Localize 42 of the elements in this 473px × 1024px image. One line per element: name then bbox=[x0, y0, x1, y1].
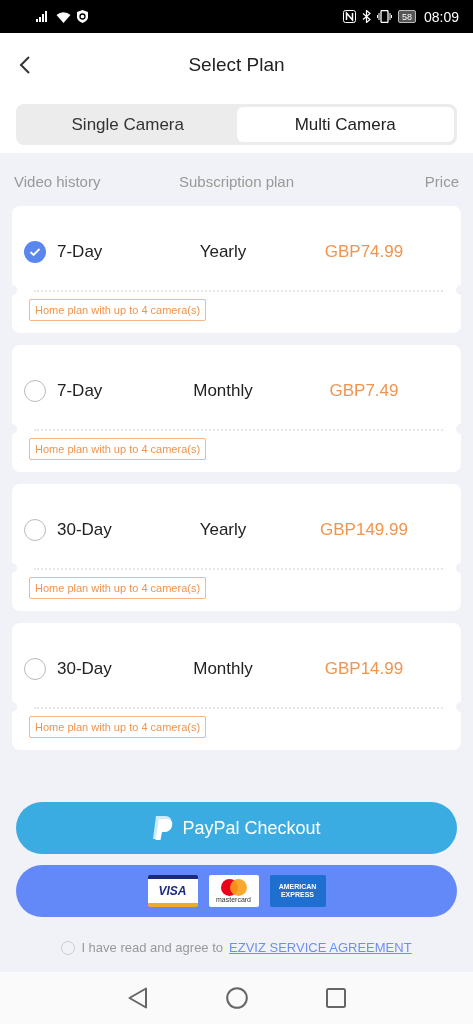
video-history-text: 30-Day bbox=[56, 659, 113, 679]
signal-icon bbox=[36, 11, 50, 22]
nfc-icon bbox=[342, 10, 356, 23]
plan-tag: Home plan with up to 4 camera(s) bbox=[29, 577, 207, 599]
agreement-text: I have read and agree to bbox=[81, 940, 224, 955]
subscription-text: Yearly bbox=[198, 520, 248, 540]
plan-card[interactable]: 7-Day Yearly GBP74.99 Home plan with up to 4 camera(s) bbox=[12, 206, 461, 333]
checkmark-icon bbox=[29, 247, 41, 257]
recents-nav-icon[interactable] bbox=[325, 988, 346, 1008]
clock: 08:09 bbox=[423, 8, 459, 25]
plan-type-tab[interactable]: Single Camera bbox=[19, 107, 237, 142]
price-text: GBP149.99 bbox=[319, 520, 409, 540]
plan-type-tab[interactable]: Multi Camera bbox=[236, 107, 454, 142]
plan-tag: Home plan with up to 4 camera(s) bbox=[29, 716, 207, 738]
visa-logo: VISA bbox=[147, 875, 198, 907]
price-text: GBP14.99 bbox=[323, 659, 405, 679]
vibrate-icon bbox=[376, 10, 392, 23]
plan-card[interactable]: 7-Day Monthly GBP7.49 Home plan with up to 4 camera(s) bbox=[12, 345, 461, 472]
page-title: Select Plan bbox=[188, 54, 285, 76]
battery-indicator: 58 bbox=[397, 10, 416, 23]
column-header: Price bbox=[424, 173, 459, 190]
price-text: GBP74.99 bbox=[323, 242, 405, 262]
video-history-text: 7-Day bbox=[56, 381, 104, 401]
wifi-icon bbox=[56, 10, 71, 23]
plan-tag: Home plan with up to 4 camera(s) bbox=[29, 438, 207, 460]
plan-card[interactable]: 30-Day Monthly GBP14.99 Home plan with up to 4 camera(s) bbox=[12, 623, 461, 750]
price-text: GBP7.49 bbox=[328, 381, 400, 401]
shield-icon bbox=[77, 10, 88, 23]
column-header: Subscription plan bbox=[178, 173, 295, 190]
paypal-icon bbox=[152, 815, 175, 841]
subscription-text: Monthly bbox=[192, 659, 254, 679]
video-history-text: 7-Day bbox=[56, 242, 104, 262]
home-nav-icon[interactable] bbox=[225, 987, 248, 1009]
column-header: Video history bbox=[14, 173, 101, 190]
video-history-text: 30-Day bbox=[56, 520, 113, 540]
plan-tag: Home plan with up to 4 camera(s) bbox=[29, 299, 207, 321]
back-nav-icon[interactable] bbox=[127, 987, 148, 1009]
plan-card[interactable]: 30-Day Yearly GBP149.99 Home plan with up to 4 camera(s) bbox=[12, 484, 461, 611]
radio-button[interactable] bbox=[24, 241, 46, 263]
subscription-text: Monthly bbox=[192, 381, 254, 401]
bluetooth-icon bbox=[361, 10, 371, 23]
subscription-text: Yearly bbox=[198, 242, 248, 262]
